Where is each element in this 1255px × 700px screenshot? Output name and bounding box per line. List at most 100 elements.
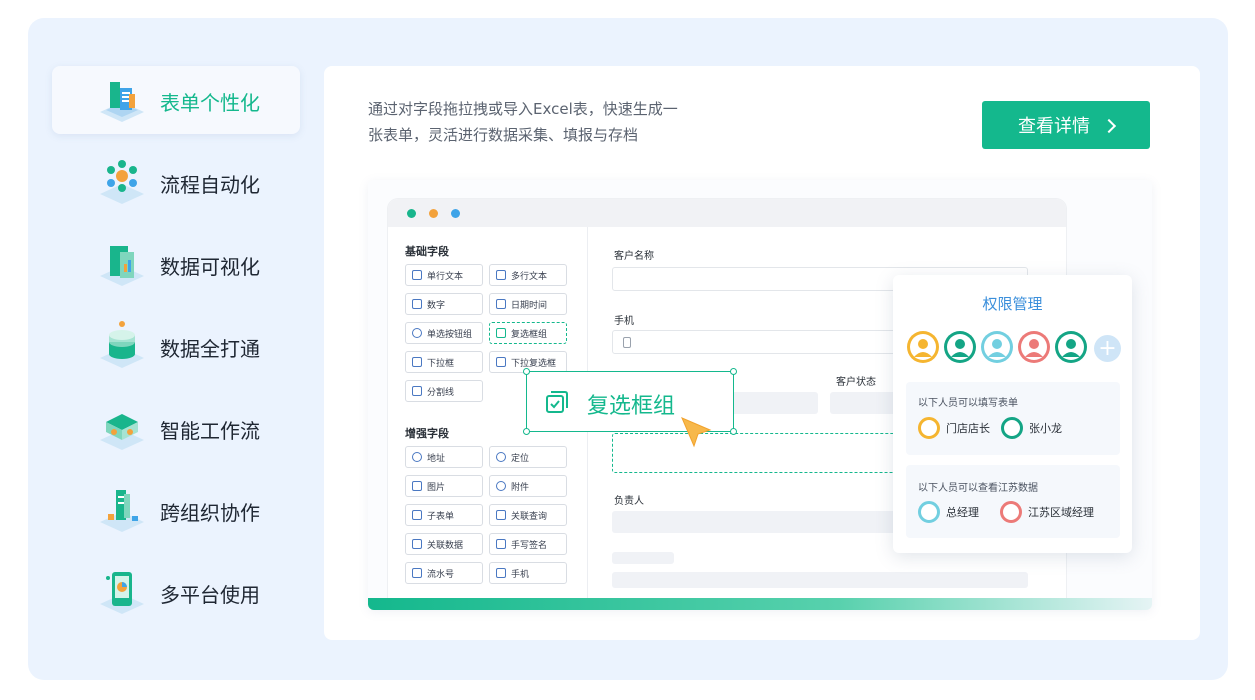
radio-icon (412, 328, 422, 338)
phone-icon (623, 337, 631, 348)
nav-item-process-automation[interactable]: 流程自动化 (52, 148, 300, 216)
phone-label: 手机 (614, 316, 634, 327)
owner-label: 负责人 (614, 496, 644, 507)
upload-icon (496, 481, 506, 491)
text-field-icon (412, 270, 422, 280)
nav-item-label: 多平台使用 (160, 583, 260, 607)
nav-item-data-integration[interactable]: 数据全打通 (52, 312, 300, 380)
permissions-title: 权限管理 (982, 295, 1043, 313)
nav-item-label: 流程自动化 (160, 173, 260, 197)
cross-org-collaboration-icon (100, 490, 144, 532)
chevron-right-icon (1101, 118, 1117, 133)
subform-icon (412, 510, 422, 520)
add-member-icon[interactable]: + (1094, 335, 1121, 362)
pen-icon (496, 539, 506, 549)
feature-nav: 表单个性化 流程自动化 数据可视化 数据全打通 智能工作流 跨组织协作 多平台使… (52, 66, 300, 640)
window-dot-blue (451, 209, 460, 218)
resize-handle[interactable] (523, 428, 530, 435)
nav-item-label: 跨组织协作 (160, 501, 260, 525)
avatar (918, 501, 940, 523)
field-datetime[interactable]: 日期时间 (489, 293, 567, 315)
placeholder-label (612, 552, 674, 564)
nav-item-smart-workflow[interactable]: 智能工作流 (52, 394, 300, 462)
avatar (918, 417, 940, 439)
multi-platform-icon (100, 572, 144, 614)
permission-person: 门店店长 (918, 417, 990, 439)
nav-item-label: 智能工作流 (160, 419, 260, 443)
smart-workflow-icon (100, 414, 144, 450)
link-search-icon (496, 510, 506, 520)
avatar (1000, 501, 1022, 523)
field-single-line-text[interactable]: 单行文本 (405, 264, 483, 286)
view-details-button[interactable]: 查看详情 (982, 101, 1150, 149)
view-permission-heading: 以下人员可以查看江苏数据 (918, 483, 1038, 494)
field-location[interactable]: 定位 (489, 446, 567, 468)
field-serial-number[interactable]: 流水号 (405, 562, 483, 584)
nav-item-form-personalization[interactable]: 表单个性化 (52, 66, 300, 134)
map-pin-icon (412, 452, 422, 462)
crosshair-icon (496, 452, 506, 462)
enhanced-fields-heading: 增强字段 (405, 427, 449, 440)
field-attachment[interactable]: 附件 (489, 475, 567, 497)
field-radio-group[interactable]: 单选按钮组 (405, 322, 483, 344)
serial-icon (412, 568, 422, 578)
avatar[interactable] (907, 331, 939, 363)
dragged-component-label: 复选框组 (587, 394, 676, 419)
link-data-icon (412, 539, 422, 549)
phone-icon (496, 568, 506, 578)
permission-person: 张小龙 (1001, 417, 1062, 439)
field-multi-line-text[interactable]: 多行文本 (489, 264, 567, 286)
calendar-icon (496, 299, 506, 309)
placeholder-field (612, 572, 1028, 588)
image-icon (412, 481, 422, 491)
field-related-data[interactable]: 关联数据 (405, 533, 483, 555)
customer-status-label: 客户状态 (836, 377, 876, 388)
permissions-panel: 权限管理 + 以下人员可以填写表单 门店店长 张小龙 以下人员可以查看江苏数据 … (893, 275, 1132, 553)
field-related-query[interactable]: 关联查询 (489, 504, 567, 526)
avatar[interactable] (1018, 331, 1050, 363)
divider-icon (412, 386, 422, 396)
nav-item-label: 数据可视化 (160, 255, 260, 279)
progress-fill (368, 598, 1152, 610)
description-line: 通过对字段拖拉拽或导入Excel表，快速生成一 (368, 100, 678, 118)
feature-description: 通过对字段拖拉拽或导入Excel表，快速生成一 张表单，灵活进行数据采集、填报与… (368, 96, 708, 148)
permission-person: 总经理 (918, 501, 979, 523)
field-mobile[interactable]: 手机 (489, 562, 567, 584)
field-divider[interactable]: 分割线 (405, 380, 483, 402)
field-dropdown[interactable]: 下拉框 (405, 351, 483, 373)
nav-item-label: 表单个性化 (160, 91, 260, 115)
description-line: 张表单，灵活进行数据采集、填报与存档 (368, 126, 639, 144)
field-image[interactable]: 图片 (405, 475, 483, 497)
dropdown-multi-icon (496, 357, 506, 367)
field-subform[interactable]: 子表单 (405, 504, 483, 526)
nav-item-cross-org-collaboration[interactable]: 跨组织协作 (52, 476, 300, 544)
field-address[interactable]: 地址 (405, 446, 483, 468)
number-icon (412, 299, 422, 309)
nav-item-label: 数据全打通 (160, 337, 260, 361)
resize-handle[interactable] (730, 368, 737, 375)
avatar[interactable] (944, 331, 976, 363)
checkbox-group-icon (546, 391, 568, 413)
permission-person: 江苏区域经理 (1000, 501, 1094, 523)
field-number[interactable]: 数字 (405, 293, 483, 315)
avatar[interactable] (1055, 331, 1087, 363)
checkbox-icon (496, 328, 506, 338)
window-title-bar (388, 199, 1066, 227)
resize-handle[interactable] (730, 428, 737, 435)
process-automation-icon (100, 160, 144, 204)
nav-item-data-visualization[interactable]: 数据可视化 (52, 230, 300, 298)
form-personalization-icon (100, 82, 144, 122)
avatar[interactable] (981, 331, 1013, 363)
customer-name-label: 客户名称 (614, 251, 654, 262)
resize-handle[interactable] (523, 368, 530, 375)
window-dot-orange (429, 209, 438, 218)
data-integration-icon (100, 321, 144, 368)
data-visualization-icon (100, 246, 144, 286)
avatar (1001, 417, 1023, 439)
nav-item-multi-platform[interactable]: 多平台使用 (52, 558, 300, 626)
window-dot-green (407, 209, 416, 218)
field-signature[interactable]: 手写签名 (489, 533, 567, 555)
view-details-label: 查看详情 (1018, 116, 1090, 137)
dropdown-icon (412, 357, 422, 367)
field-checkbox-group[interactable]: 复选框组 (489, 322, 567, 344)
